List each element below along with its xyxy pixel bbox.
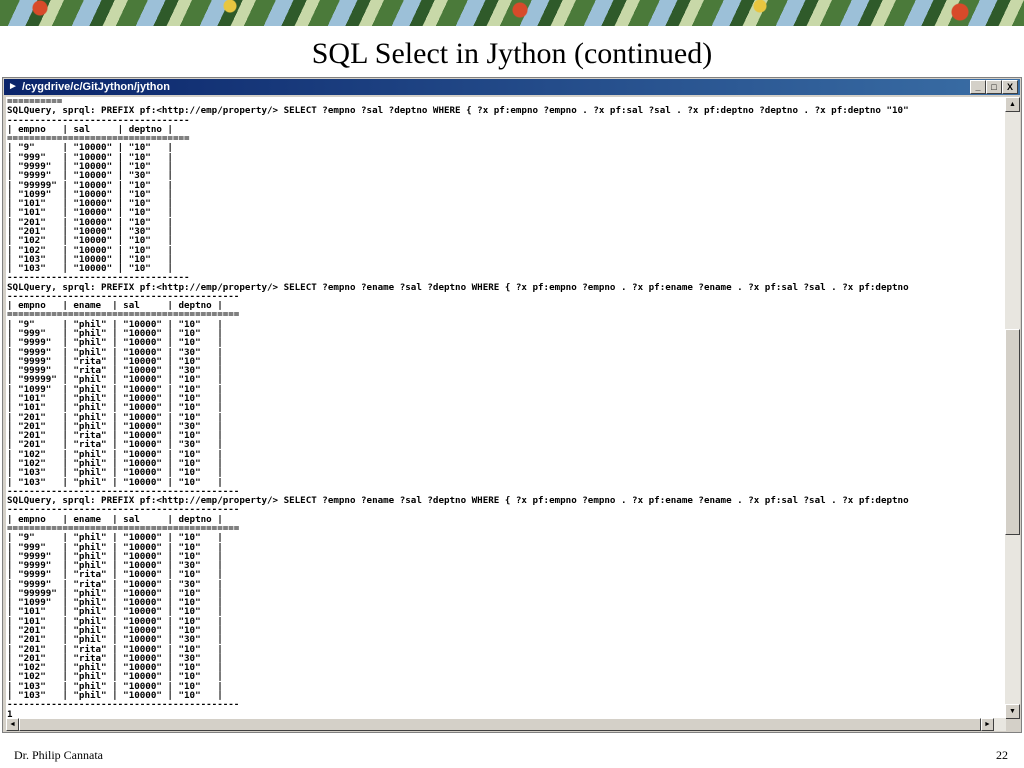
vertical-scrollbar[interactable]: ▲ ▼ [1005, 97, 1020, 719]
scroll-down-icon[interactable]: ▼ [1005, 704, 1020, 719]
window-title: /cygdrive/c/GitJython/jython [22, 81, 170, 93]
vertical-scroll-thumb[interactable] [1005, 329, 1020, 535]
horizontal-scrollbar[interactable]: ◄ ► [6, 718, 1006, 731]
slide-author: Dr. Philip Cannata [14, 748, 103, 762]
horizontal-scroll-thumb[interactable] [19, 718, 981, 731]
minimize-button[interactable]: _ [970, 80, 986, 94]
scroll-left-icon[interactable]: ◄ [6, 718, 19, 731]
maximize-button[interactable]: □ [986, 80, 1002, 94]
slide-title: SQL Select in Jython (continued) [311, 37, 713, 70]
terminal-icon: ► [8, 81, 18, 92]
terminal-window: ► /cygdrive/c/GitJython/jython _ □ X ===… [2, 77, 1022, 733]
scroll-up-icon[interactable]: ▲ [1005, 97, 1020, 112]
terminal-text: ========== SQLQuery, sprql: PREFIX pf:<h… [7, 97, 909, 719]
terminal-output[interactable]: ========== SQLQuery, sprql: PREFIX pf:<h… [6, 97, 1006, 719]
close-button[interactable]: X [1002, 80, 1018, 94]
window-titlebar[interactable]: ► /cygdrive/c/GitJython/jython _ □ X [4, 79, 1020, 95]
stained-glass-banner [0, 0, 1024, 26]
slide-page-number: 22 [996, 748, 1008, 762]
scroll-right-icon[interactable]: ► [981, 718, 994, 731]
